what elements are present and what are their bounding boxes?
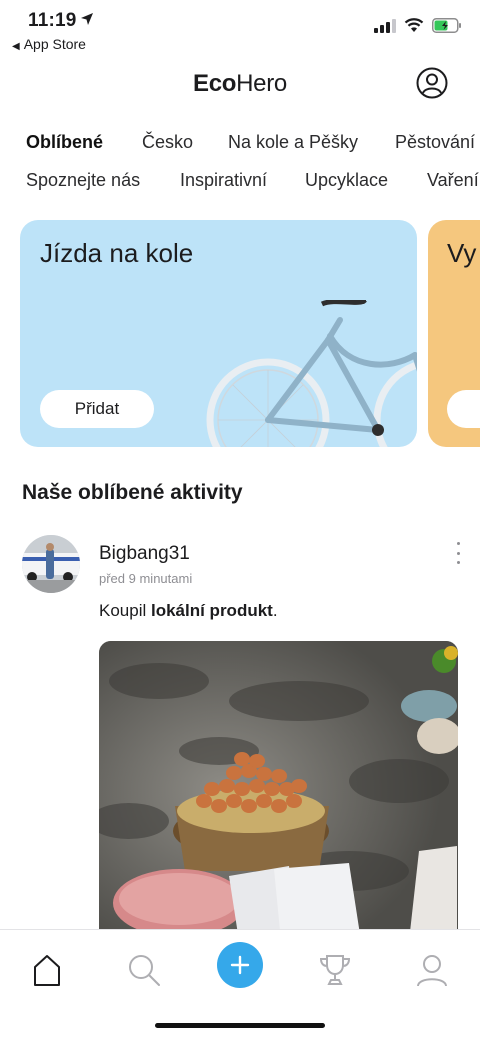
tab-na-kole-a-pesky[interactable]: Na kole a Pěšky <box>228 132 358 153</box>
more-options-icon[interactable] <box>452 542 464 564</box>
home-indicator <box>155 1023 325 1028</box>
card-title: Jízda na kole <box>40 238 194 268</box>
post-text-suffix: . <box>272 601 278 620</box>
tab-home[interactable] <box>23 946 71 994</box>
avatar[interactable] <box>22 535 80 593</box>
post-text: Koupil lokální produkt. <box>99 601 278 621</box>
card-title-partial: Vy <box>447 238 477 268</box>
back-to-app-store[interactable]: ◀ App Store <box>12 36 86 52</box>
home-icon <box>34 955 60 986</box>
bottom-tab-bar <box>0 929 480 1039</box>
tab-oblibene[interactable]: Oblíbené <box>26 132 103 153</box>
category-tabs: Oblíbené Česko Na kole a Pěšky Pěstování… <box>0 128 480 204</box>
post-username[interactable]: Bigbang31 <box>99 543 190 565</box>
tab-pestovani[interactable]: Pěstování <box>395 132 475 153</box>
cellular-signal-icon <box>374 18 396 33</box>
tab-profile[interactable] <box>408 946 456 994</box>
add-button-partial[interactable] <box>447 390 480 428</box>
category-row-1: Oblíbené Česko Na kole a Pěšky Pěstování <box>0 128 480 166</box>
activity-card-next[interactable]: Vy <box>428 220 480 447</box>
post-text-bold: lokální produkt <box>150 601 273 620</box>
battery-icon <box>432 18 461 33</box>
activity-card-cycling[interactable]: Jízda na kole Přidat <box>20 220 417 447</box>
post-photo <box>99 641 458 941</box>
add-activity-button[interactable] <box>217 942 263 988</box>
logo-light: Hero <box>236 70 287 97</box>
tab-cesko[interactable]: Česko <box>142 132 193 153</box>
location-arrow-icon <box>81 13 93 25</box>
bicycle-illustration <box>206 300 417 447</box>
avatar-photo <box>22 535 80 593</box>
status-indicators <box>374 18 462 33</box>
logo-bold: Eco <box>193 70 237 97</box>
add-icon <box>230 955 250 975</box>
back-label: App Store <box>23 36 86 52</box>
tab-search[interactable] <box>120 946 168 994</box>
search-icon <box>129 955 160 986</box>
post-timestamp: před 9 minutami <box>99 571 193 586</box>
wifi-icon <box>404 18 424 32</box>
tab-spoznejte-nas[interactable]: Spoznejte nás <box>26 170 140 191</box>
status-bar: 11:19 ◀ App Store <box>0 0 480 60</box>
app-logo: EcoHero <box>0 70 480 98</box>
tab-trophies[interactable] <box>311 946 359 994</box>
post-text-prefix: Koupil <box>99 601 151 620</box>
post-image[interactable] <box>99 641 458 941</box>
user-icon <box>417 955 447 987</box>
add-button[interactable]: Přidat <box>40 390 154 428</box>
section-title: Naše oblíbené aktivity <box>22 481 243 504</box>
back-triangle-icon: ◀ <box>12 41 20 52</box>
tab-inspirativni[interactable]: Inspirativní <box>180 170 267 191</box>
profile-icon[interactable] <box>416 67 448 99</box>
tab-upcyklace[interactable]: Upcyklace <box>305 170 388 191</box>
tab-vareni[interactable]: Vaření <box>427 170 479 191</box>
trophy-icon <box>319 955 351 985</box>
category-row-2: Spoznejte nás Inspirativní Upcyklace Vař… <box>0 166 480 204</box>
app-header: EcoHero <box>0 60 480 112</box>
status-time: 11:19 <box>28 10 77 31</box>
